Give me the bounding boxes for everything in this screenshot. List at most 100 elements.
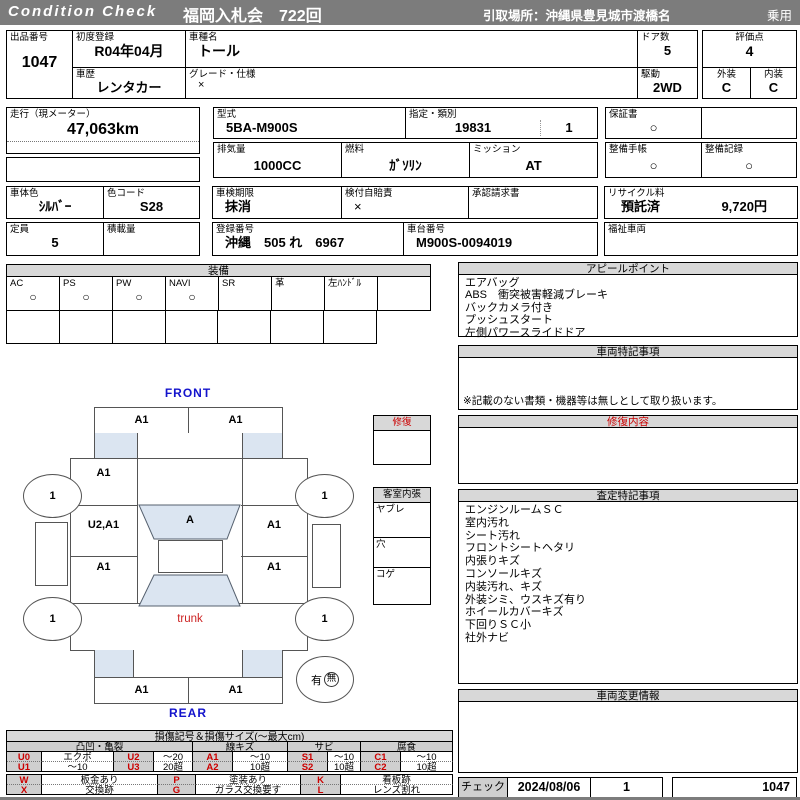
special-notes-panel: ※記載のない書類・機器等は無しとして取り扱います。	[458, 357, 798, 410]
equipment-label	[378, 277, 430, 278]
grade-label: グレード・仕様	[189, 69, 256, 80]
cabin-box: 客室内張 ヤブレ 穴 コゲ	[373, 487, 431, 605]
wheel-mark: 1	[49, 613, 56, 625]
load-cell: 積載量	[103, 222, 200, 256]
rear-label: REAR	[168, 706, 207, 720]
check-count: 1	[590, 778, 662, 797]
capacity-cell: 定員 5	[6, 222, 104, 256]
trunk-label: trunk	[177, 613, 203, 625]
equipment-mark: ○	[135, 290, 143, 304]
legend-code: L	[301, 784, 341, 795]
model-code-cell: 型式 5BA-M900S	[213, 107, 406, 139]
doors-label: ドア数	[641, 32, 670, 43]
legend-code: U1	[7, 761, 42, 772]
legend-code: S2	[288, 761, 328, 772]
class-value-2: 1	[565, 120, 573, 135]
equipment-cell-sr: SR	[219, 276, 272, 311]
rear-window-shape	[138, 574, 241, 607]
mission-label: ミッション	[473, 144, 521, 155]
equipment-label: 革	[275, 278, 285, 289]
class-cell: 指定・類別 19831 1	[405, 107, 598, 139]
spare-tire-indicator: 有 無	[296, 656, 354, 703]
exterior-cell: 外装 C	[702, 67, 751, 99]
reg-no-cell: 登録番号 沖縄 505 れ 6967	[212, 222, 404, 256]
wheel-mark: 1	[321, 490, 328, 502]
legend-value: 10超	[233, 761, 288, 772]
disclaimer-note: ※記載のない書類・機器等は無しとして取り扱います。	[463, 394, 723, 407]
color-code-value: S28	[139, 199, 164, 214]
equipment-cell-navi: NAVI ○	[166, 276, 219, 311]
approval-cell: 承認請求書	[468, 186, 598, 219]
chassis-label: 車台番号	[407, 224, 446, 235]
left-front-door-code: U2,A1	[87, 519, 120, 531]
cabin-row-tear: ヤブレ	[376, 504, 405, 515]
check-date-cell: 2024/08/06 1	[507, 777, 663, 798]
warranty-empty-cell	[701, 107, 797, 139]
maint-record-cell: 整備記録 ○	[701, 142, 797, 178]
reg-no-value: 沖縄 505 れ 6967	[225, 235, 345, 250]
chassis-value: M900S-0094019	[416, 235, 513, 250]
history-label: 車歴	[76, 69, 96, 80]
appeal-line: バックカメラ付き	[465, 301, 553, 314]
doors-value: 5	[663, 43, 672, 58]
wheel-front-right: 1	[295, 474, 354, 518]
brand-logo: Condition Check	[8, 3, 158, 20]
equipment-empty-cell	[218, 310, 272, 344]
wheel-mark: 1	[321, 613, 328, 625]
rear-bumper-right-cell: A1	[188, 677, 283, 704]
left-divider-2	[70, 556, 138, 557]
glass-shapes	[138, 504, 241, 607]
equipment-mark: ○	[29, 290, 37, 304]
appeal-line: ABS 衝突被害軽減ブレーキ	[465, 289, 609, 302]
equipment-cell-ac: AC ○	[7, 276, 60, 311]
legend-row-2: U1 ～10 U3 20超 A2 10超 S2 10超 C2 10超	[6, 761, 453, 772]
legend-value: 10超	[328, 761, 361, 772]
cabin-row-burn: コゲ	[374, 567, 430, 603]
left-fender-code: A1	[96, 467, 111, 479]
assessment-line: エンジンルームＳＣ	[465, 504, 564, 516]
rear-bumper-left-cell: A1	[94, 677, 189, 704]
equipment-label: PS	[63, 278, 76, 289]
change-info-panel	[458, 701, 798, 773]
interior-cell: 内装 C	[750, 67, 797, 99]
appeal-panel: エアバッグ ABS 衝突被害軽減ブレーキ バックカメラ付き プッシュスタート 左…	[458, 274, 798, 339]
assessment-line: 下回りＳＣ小	[465, 619, 531, 632]
inspection-label: 車検期限	[216, 188, 255, 199]
equipment-label: PW	[116, 278, 132, 289]
right-sill-cell	[312, 524, 341, 588]
appeal-line: 左側パワースライドドア	[465, 326, 586, 339]
score-cell: 評価点 4	[702, 30, 797, 68]
score-value: 4	[745, 43, 754, 59]
recycle-label: リサイクル料	[608, 188, 665, 199]
maint-record-label: 整備記録	[705, 144, 744, 155]
color-code-cell: 色コード S28	[103, 186, 200, 219]
inspection-value: 抹消	[225, 199, 252, 214]
cabin-row-hole: 穴	[374, 537, 430, 567]
insurance-label: 検付自賠責	[345, 188, 393, 199]
exhibit-no-label: 出品番号	[10, 32, 49, 43]
equipment-cell-pw: PW ○	[113, 276, 166, 311]
chassis-cell: 車台番号 M900S-0094019	[403, 222, 598, 256]
front-bumper-right-code: A1	[228, 414, 243, 426]
model-name-label: 車種名	[189, 32, 218, 43]
check-label-cell: チェック	[458, 777, 508, 798]
equipment-empty-cell	[112, 310, 166, 344]
first-registration-cell: 初度登録 R04年04月	[72, 30, 186, 68]
recycle-cell: リサイクル料 預託済 9,720円	[604, 186, 798, 219]
exhibit-no-cell: 出品番号 1047	[6, 30, 73, 99]
rear-bumper-left-code: A1	[134, 684, 149, 696]
auction-title: 福岡入札会 722回	[183, 8, 322, 25]
equipment-label: NAVI	[169, 278, 191, 289]
check-number-cell: 1047	[672, 777, 797, 798]
first-registration-label: 初度登録	[76, 32, 115, 43]
equipment-empty-cell	[165, 310, 219, 344]
left-rear-door-code: A1	[96, 561, 111, 573]
capacity-value: 5	[51, 235, 59, 250]
welfare-label: 福祉車両	[608, 224, 647, 235]
equipment-cell-leather: 革	[272, 276, 325, 311]
model-code-label: 型式	[217, 109, 237, 120]
cowl-right-shade	[242, 433, 282, 459]
roof-cell	[158, 540, 223, 573]
model-code-value: 5BA-M900S	[226, 120, 298, 135]
legend-value: ～10	[42, 761, 114, 772]
